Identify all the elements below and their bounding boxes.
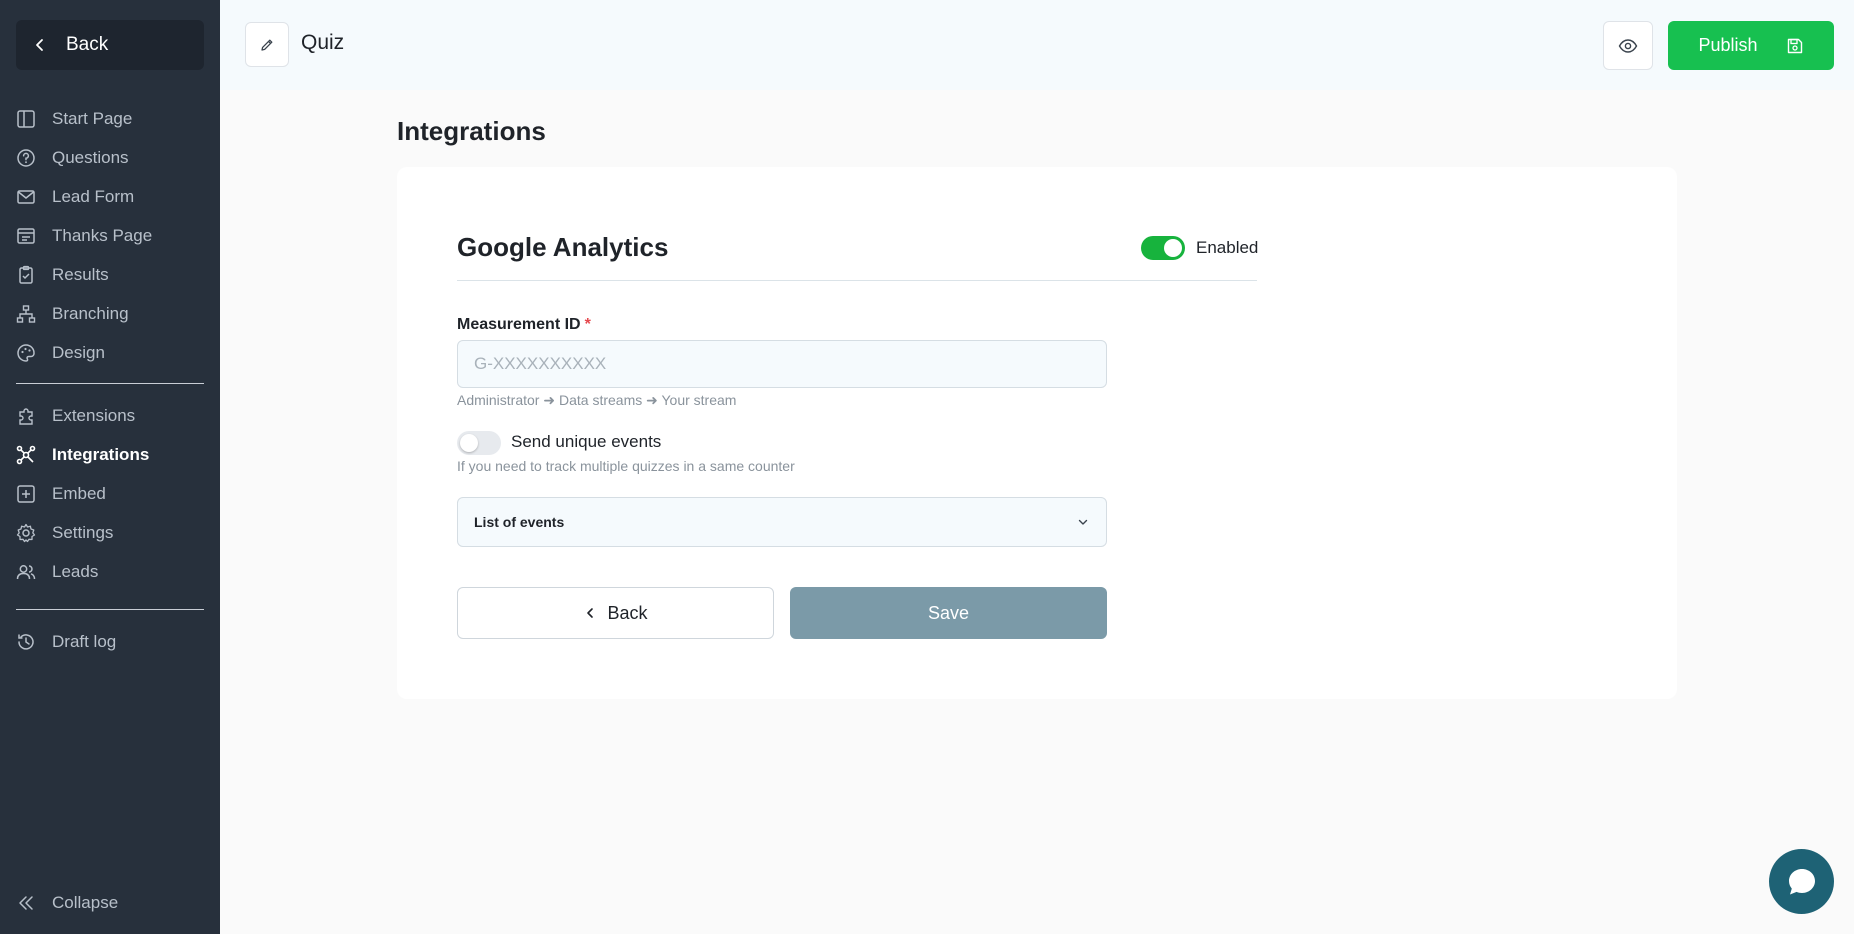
layout-icon: [17, 109, 35, 128]
sidebar-back-button[interactable]: Back: [16, 20, 204, 70]
sidebar-nav-secondary: Extensions Integrations Embed Settings L…: [16, 396, 204, 591]
sidebar-item-settings[interactable]: Settings: [16, 513, 204, 552]
top-header: Quiz Publish: [220, 0, 1854, 90]
sidebar-item-start-page[interactable]: Start Page: [16, 99, 204, 138]
palette-icon: [17, 343, 35, 362]
sidebar-item-label: Settings: [52, 522, 114, 542]
gear-icon: [16, 523, 36, 542]
unique-events-hint: If you need to track multiple quizzes in…: [457, 458, 795, 474]
sidebar-item-label: Branching: [52, 303, 129, 323]
plus-square-icon: [17, 484, 35, 503]
eye-icon: [1618, 38, 1638, 53]
users-icon: [16, 564, 36, 579]
enabled-label: Enabled: [1196, 238, 1259, 257]
sidebar-item-label: Lead Form: [52, 186, 135, 206]
sidebar-divider: [16, 609, 204, 610]
sidebar-back-label: Back: [66, 34, 109, 55]
events-list-dropdown[interactable]: List of events: [457, 497, 1107, 547]
sidebar-item-label: Questions: [52, 147, 129, 167]
sidebar-item-thanks-page[interactable]: Thanks Page: [16, 216, 204, 255]
save-button[interactable]: Save: [790, 587, 1107, 639]
sidebar-item-label: Extensions: [52, 405, 136, 425]
unique-events-toggle[interactable]: [457, 431, 501, 455]
sidebar-item-lead-form[interactable]: Lead Form: [16, 177, 204, 216]
sidebar-item-draft-log[interactable]: Draft log: [16, 622, 204, 661]
card-divider: [457, 280, 1257, 281]
sidebar-item-extensions[interactable]: Extensions: [16, 396, 204, 435]
sidebar-item-questions[interactable]: Questions: [16, 138, 204, 177]
history-icon: [18, 633, 34, 650]
question-circle-icon: [17, 148, 35, 167]
measurement-id-input[interactable]: [457, 340, 1107, 388]
save-disk-icon: [1787, 38, 1802, 53]
measurement-id-label: Measurement ID *: [457, 316, 591, 334]
collapse-button[interactable]: Collapse: [16, 893, 118, 913]
sidebar: Back Start Page Questions Lead Form Than…: [0, 0, 220, 934]
sidebar-item-label: Draft log: [52, 631, 117, 651]
publish-button[interactable]: Publish: [1668, 21, 1834, 70]
unique-events-label: Send unique events: [511, 432, 662, 451]
sidebar-item-label: Thanks Page: [52, 225, 153, 245]
chevron-down-icon: [1078, 519, 1088, 525]
sidebar-item-label: Start Page: [52, 108, 133, 128]
pencil-icon: [261, 39, 273, 51]
back-button[interactable]: Back: [457, 587, 774, 639]
sidebar-item-label: Design: [52, 342, 105, 362]
puzzle-icon: [19, 407, 33, 425]
integration-title: Google Analytics: [457, 232, 669, 262]
edit-title-button[interactable]: [245, 22, 289, 67]
events-list-label: List of events: [474, 514, 565, 530]
sidebar-divider: [16, 383, 204, 384]
enabled-toggle[interactable]: [1141, 236, 1185, 260]
measurement-id-label-text: Measurement ID: [457, 316, 581, 333]
sidebar-item-label: Results: [52, 264, 109, 284]
sidebar-item-branching[interactable]: Branching: [16, 294, 204, 333]
sidebar-item-results[interactable]: Results: [16, 255, 204, 294]
sidebar-nav-tertiary: Draft log: [16, 622, 204, 661]
quiz-title: Quiz: [301, 31, 345, 54]
branch-icon: [16, 304, 36, 323]
chevron-left-icon: [587, 608, 594, 618]
card-icon: [17, 227, 35, 244]
sidebar-item-design[interactable]: Design: [16, 333, 204, 372]
chat-support-button[interactable]: [1769, 849, 1834, 914]
chat-bubble-icon: [1788, 868, 1815, 894]
sidebar-nav-primary: Start Page Questions Lead Form Thanks Pa…: [16, 99, 204, 372]
sidebar-item-label: Embed: [52, 483, 106, 503]
mail-icon: [17, 189, 35, 204]
publish-label: Publish: [1698, 35, 1758, 55]
page-title: Integrations: [397, 116, 546, 146]
integration-card: Google Analytics Enabled Measurement ID *…: [397, 167, 1677, 699]
double-chevron-left-icon: [19, 896, 33, 910]
sidebar-item-integrations[interactable]: Integrations: [16, 435, 204, 474]
sidebar-item-embed[interactable]: Embed: [16, 474, 204, 513]
preview-button[interactable]: [1603, 21, 1653, 70]
clipboard-icon: [19, 265, 33, 284]
integrations-icon: [16, 445, 36, 464]
back-button-label: Back: [607, 602, 648, 623]
measurement-id-hint: Administrator ➜ Data streams ➜ Your stre…: [457, 392, 737, 408]
sidebar-item-label: Integrations: [52, 444, 150, 464]
chevron-left-icon: [36, 39, 43, 51]
sidebar-item-leads[interactable]: Leads: [16, 552, 204, 591]
collapse-label: Collapse: [52, 893, 119, 912]
sidebar-item-label: Leads: [52, 561, 99, 581]
required-mark: *: [584, 316, 591, 333]
